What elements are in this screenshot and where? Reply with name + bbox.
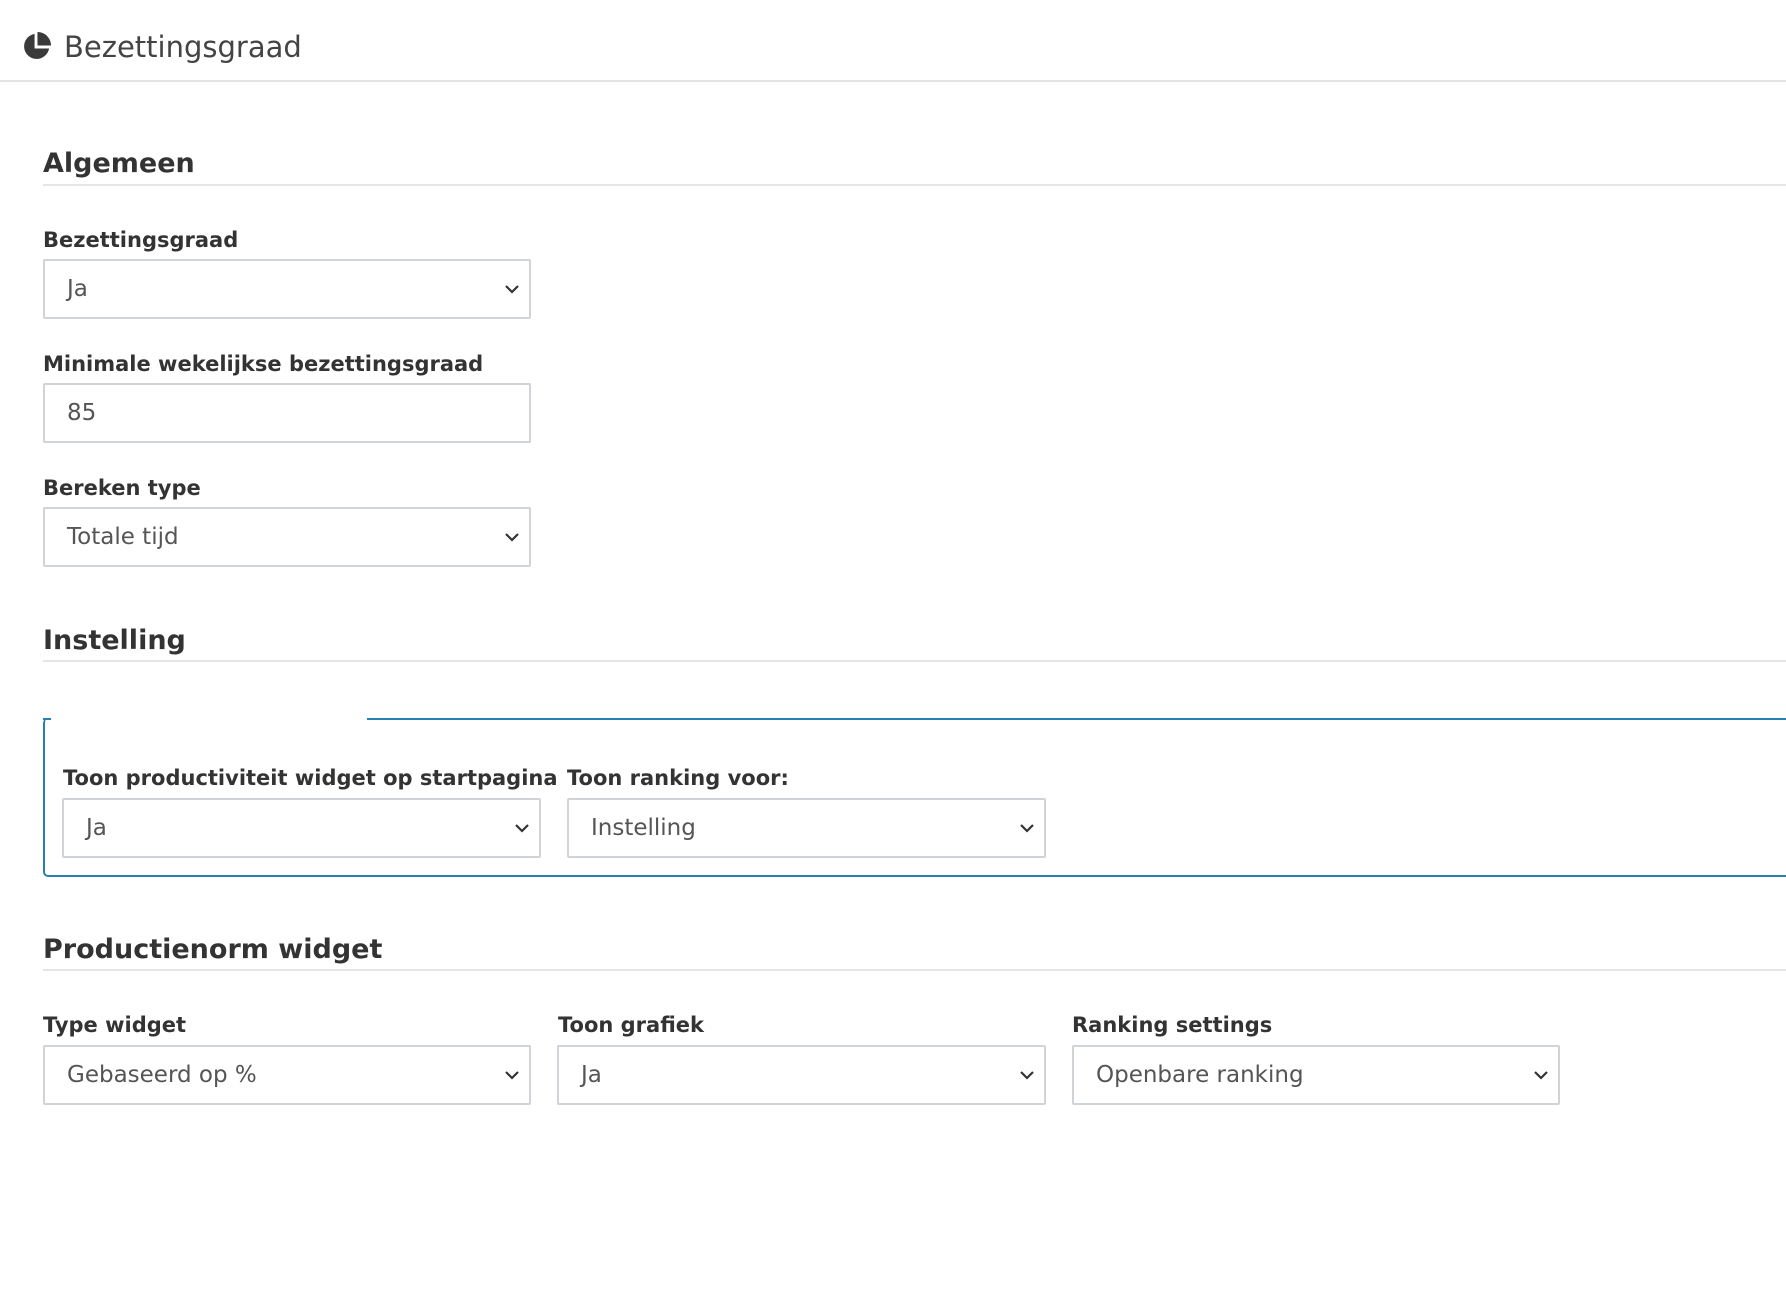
- bereken-type-label: Bereken type: [43, 476, 201, 500]
- section-divider: [43, 969, 1786, 971]
- toon-ranking-select[interactable]: Instelling: [567, 798, 1046, 858]
- toon-ranking-label: Toon ranking voor:: [567, 766, 789, 790]
- section-title-algemeen: Algemeen: [43, 148, 195, 179]
- page-header: Bezettingsgraad: [0, 0, 1786, 82]
- section-title-productienorm: Productienorm widget: [43, 934, 383, 965]
- toon-grafiek-select[interactable]: Ja: [557, 1045, 1046, 1105]
- chevron-down-icon: [1020, 824, 1034, 833]
- chevron-down-icon: [505, 533, 519, 542]
- toon-grafiek-value: Ja: [581, 1062, 602, 1088]
- toon-grafiek-label: Toon grafiek: [558, 1013, 704, 1037]
- fieldset-border-segment: [367, 718, 1786, 720]
- bezettingsgraad-label: Bezettingsgraad: [43, 228, 239, 252]
- type-widget-value: Gebaseerd op %: [67, 1062, 257, 1088]
- type-widget-select[interactable]: Gebaseerd op %: [43, 1045, 531, 1105]
- chevron-down-icon: [515, 824, 529, 833]
- toon-productiviteit-select[interactable]: Ja: [62, 798, 541, 858]
- chevron-down-icon: [505, 1071, 519, 1080]
- fieldset-border-segment: [43, 718, 51, 720]
- toon-ranking-value: Instelling: [591, 815, 696, 841]
- minimale-bezettingsgraad-input[interactable]: 85: [43, 383, 531, 443]
- ranking-settings-value: Openbare ranking: [1096, 1062, 1304, 1088]
- chevron-down-icon: [1534, 1071, 1548, 1080]
- toon-productiviteit-label: Toon productiviteit widget op startpagin…: [63, 766, 558, 790]
- type-widget-label: Type widget: [43, 1013, 187, 1037]
- minimale-bezettingsgraad-value: 85: [67, 400, 97, 426]
- toon-productiviteit-value: Ja: [86, 815, 107, 841]
- chevron-down-icon: [1020, 1071, 1034, 1080]
- bereken-type-value: Totale tijd: [67, 524, 179, 550]
- pie-chart-icon: [24, 31, 52, 59]
- ranking-settings-label: Ranking settings: [1072, 1013, 1273, 1037]
- bezettingsgraad-select[interactable]: Ja: [43, 259, 531, 319]
- section-title-instelling: Instelling: [43, 625, 186, 656]
- bezettingsgraad-value: Ja: [67, 276, 88, 302]
- chevron-down-icon: [505, 285, 519, 294]
- bereken-type-select[interactable]: Totale tijd: [43, 507, 531, 567]
- page-title: Bezettingsgraad: [64, 30, 302, 64]
- section-divider: [43, 184, 1786, 186]
- ranking-settings-select[interactable]: Openbare ranking: [1072, 1045, 1560, 1105]
- section-divider: [43, 660, 1786, 662]
- minimale-bezettingsgraad-label: Minimale wekelijkse bezettingsgraad: [43, 352, 484, 376]
